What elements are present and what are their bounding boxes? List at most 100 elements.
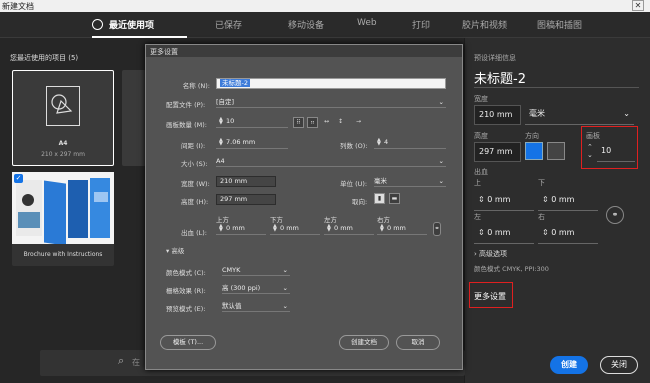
recent-card-brochure[interactable]: ✓ Brochure with Instructions [12, 172, 114, 266]
size-label: 大小 (S): [181, 160, 208, 168]
cancel-button[interactable]: 取消 [396, 335, 440, 350]
name-label: 名称 (N): [182, 82, 210, 90]
tab-web[interactable]: Web [357, 18, 377, 28]
bleed-top-label: 上方 [216, 216, 229, 224]
height-field[interactable]: 297 mm [474, 142, 521, 162]
tab-film-video[interactable]: 胶片和视频 [462, 18, 507, 31]
advanced-options-label: 高级选项 [479, 250, 508, 258]
document-name[interactable]: 未标题-2 [474, 68, 526, 87]
tab-mobile[interactable]: 移动设备 [288, 18, 324, 31]
columns-value: 4 [384, 138, 389, 146]
height-label: 高度 [474, 132, 488, 140]
link-bleed-icon[interactable]: ⚭ [433, 222, 441, 236]
width-label: 宽度 [474, 95, 488, 103]
create-document-button[interactable]: 创建文档 [339, 335, 389, 350]
bleed-left-field[interactable]: ▲ ▼ 0 mm [324, 224, 374, 235]
link-icon[interactable]: ⚭ [606, 206, 624, 224]
unit-select[interactable]: 毫米 ⌄ [525, 105, 634, 125]
name-value: 未标题-2 [220, 79, 250, 87]
bleed-label: 出血 [474, 168, 488, 176]
template-button[interactable]: 模板 (T)... [160, 335, 216, 350]
orientation-label: 方向 [525, 132, 539, 140]
recent-header-label: 您最近使用的项目 [10, 54, 66, 62]
units-value: 毫米 [374, 177, 387, 185]
units-label: 单位 (U): [340, 180, 368, 188]
stepper-icon: ▲ ▼ [273, 224, 277, 233]
tab-print[interactable]: 打印 [412, 18, 430, 31]
bleed-bottom-label: 下 [538, 179, 545, 187]
stepper-icon: ⇕ [478, 228, 485, 237]
bleed-left-field[interactable]: ⇕ 0 mm [474, 224, 534, 244]
search-icon: ⌕ [118, 354, 125, 367]
bleed-bottom-field[interactable]: ▲ ▼ 0 mm [270, 224, 320, 235]
color-mode-select[interactable]: CMYK ⌄ [222, 265, 290, 276]
width-field[interactable]: 210 mm [474, 105, 521, 125]
columns-field[interactable]: ▲ ▼ 4 [374, 138, 446, 149]
columns-label: 列数 (O): [340, 142, 368, 150]
preset-details-panel: 预设详细信息 未标题-2 宽度 210 mm 毫米 ⌄ 高度 方向 画板 297 … [465, 38, 650, 383]
arrange-by-column-icon[interactable]: ↕ [335, 117, 346, 128]
bleed-bottom-value: 0 mm [280, 224, 299, 232]
window-title-bar: 新建文档 ✕ [0, 0, 650, 12]
artboards-count-field[interactable]: ▲ ▼ 10 [216, 117, 288, 128]
recent-card-a4[interactable]: A4 210 x 297 mm [12, 70, 114, 166]
chevron-down-icon: ▾ [166, 247, 170, 255]
stepper-icon: ▲ ▼ [327, 224, 331, 233]
tab-recent[interactable]: 最近使用项 [92, 18, 154, 31]
stepper-icon: ▲ ▼ [219, 138, 223, 147]
arrange-by-row-icon[interactable]: ↔ [321, 117, 332, 128]
details-heading: 预设详细信息 [474, 54, 516, 62]
grid-by-row-icon[interactable]: ⠿ [293, 117, 304, 128]
stepper-icon: ⇕ [542, 195, 549, 204]
recent-count: (5) [68, 54, 79, 62]
search-input[interactable]: 在 [132, 357, 140, 368]
portrait-orientation-icon[interactable] [525, 142, 543, 160]
close-button[interactable]: 关闭 [600, 356, 638, 374]
bleed-bottom-field[interactable]: ⇕ 0 mm [538, 191, 598, 211]
tab-saved[interactable]: 已保存 [215, 18, 242, 31]
bleed-left-value: 0 mm [334, 224, 353, 232]
unit-value: 毫米 [529, 109, 545, 118]
right-to-left-icon[interactable]: → [353, 117, 364, 128]
tab-art-illustration[interactable]: 图稿和插图 [537, 18, 582, 31]
stepper-icon: ▲ ▼ [219, 224, 223, 233]
recent-card-partial[interactable] [122, 70, 146, 166]
chevron-down-icon: ⌄ [438, 157, 444, 165]
grid-by-column-icon[interactable]: ⠶ [307, 117, 318, 128]
bleed-top-field[interactable]: ▲ ▼ 0 mm [216, 224, 266, 235]
height-field[interactable]: 297 mm [216, 194, 276, 205]
units-select[interactable]: 毫米 ⌄ [374, 176, 446, 187]
bleed-right-field[interactable]: ⇕ 0 mm [538, 224, 598, 244]
chevron-down-icon: ⌄ [438, 177, 444, 185]
card-name: Brochure with Instructions [23, 251, 103, 258]
bleed-left-value: 0 mm [487, 228, 511, 237]
preview-select[interactable]: 默认值 ⌄ [222, 301, 290, 312]
size-select[interactable]: A4 ⌄ [216, 156, 446, 167]
spacing-field[interactable]: ▲ ▼ 7.06 mm [216, 138, 288, 149]
profile-select[interactable]: [自定] ⌄ [216, 97, 446, 108]
bleed-top-field[interactable]: ⇕ 0 mm [474, 191, 534, 211]
bleed-right-field[interactable]: ▲ ▼ 0 mm [377, 224, 427, 235]
stepper-icon: ▲ ▼ [380, 224, 384, 233]
chevron-down-icon: ⌄ [282, 266, 288, 274]
spacing-label: 间距 (I): [181, 142, 206, 150]
raster-select[interactable]: 高 (300 ppi) ⌄ [222, 283, 290, 294]
advanced-toggle[interactable]: ▾ 高级 [166, 245, 184, 255]
chevron-right-icon: › [474, 250, 477, 258]
name-field[interactable]: 未标题-2 [216, 78, 446, 89]
artboards-count-value: 10 [226, 117, 235, 125]
landscape-icon[interactable]: ▬ [389, 193, 400, 204]
advanced-options-toggle[interactable]: › 高级选项 [474, 249, 507, 259]
portrait-icon[interactable]: ▮ [374, 193, 385, 204]
size-value: A4 [216, 157, 225, 165]
bleed-top-label: 上 [474, 179, 481, 187]
width-field[interactable]: 210 mm [216, 176, 276, 187]
height-label: 高度 (H): [181, 198, 209, 206]
create-button[interactable]: 创建 [550, 356, 588, 374]
landscape-orientation-icon[interactable] [547, 142, 565, 160]
color-mode-label: 颜色模式 (C): [166, 269, 206, 277]
bleed-label: 出血 (L): [181, 229, 207, 237]
window-close-button[interactable]: ✕ [632, 0, 644, 11]
check-icon: ✓ [14, 174, 23, 183]
color-mode-summary: 颜色模式 CMYK, PPI:300 [474, 265, 549, 273]
